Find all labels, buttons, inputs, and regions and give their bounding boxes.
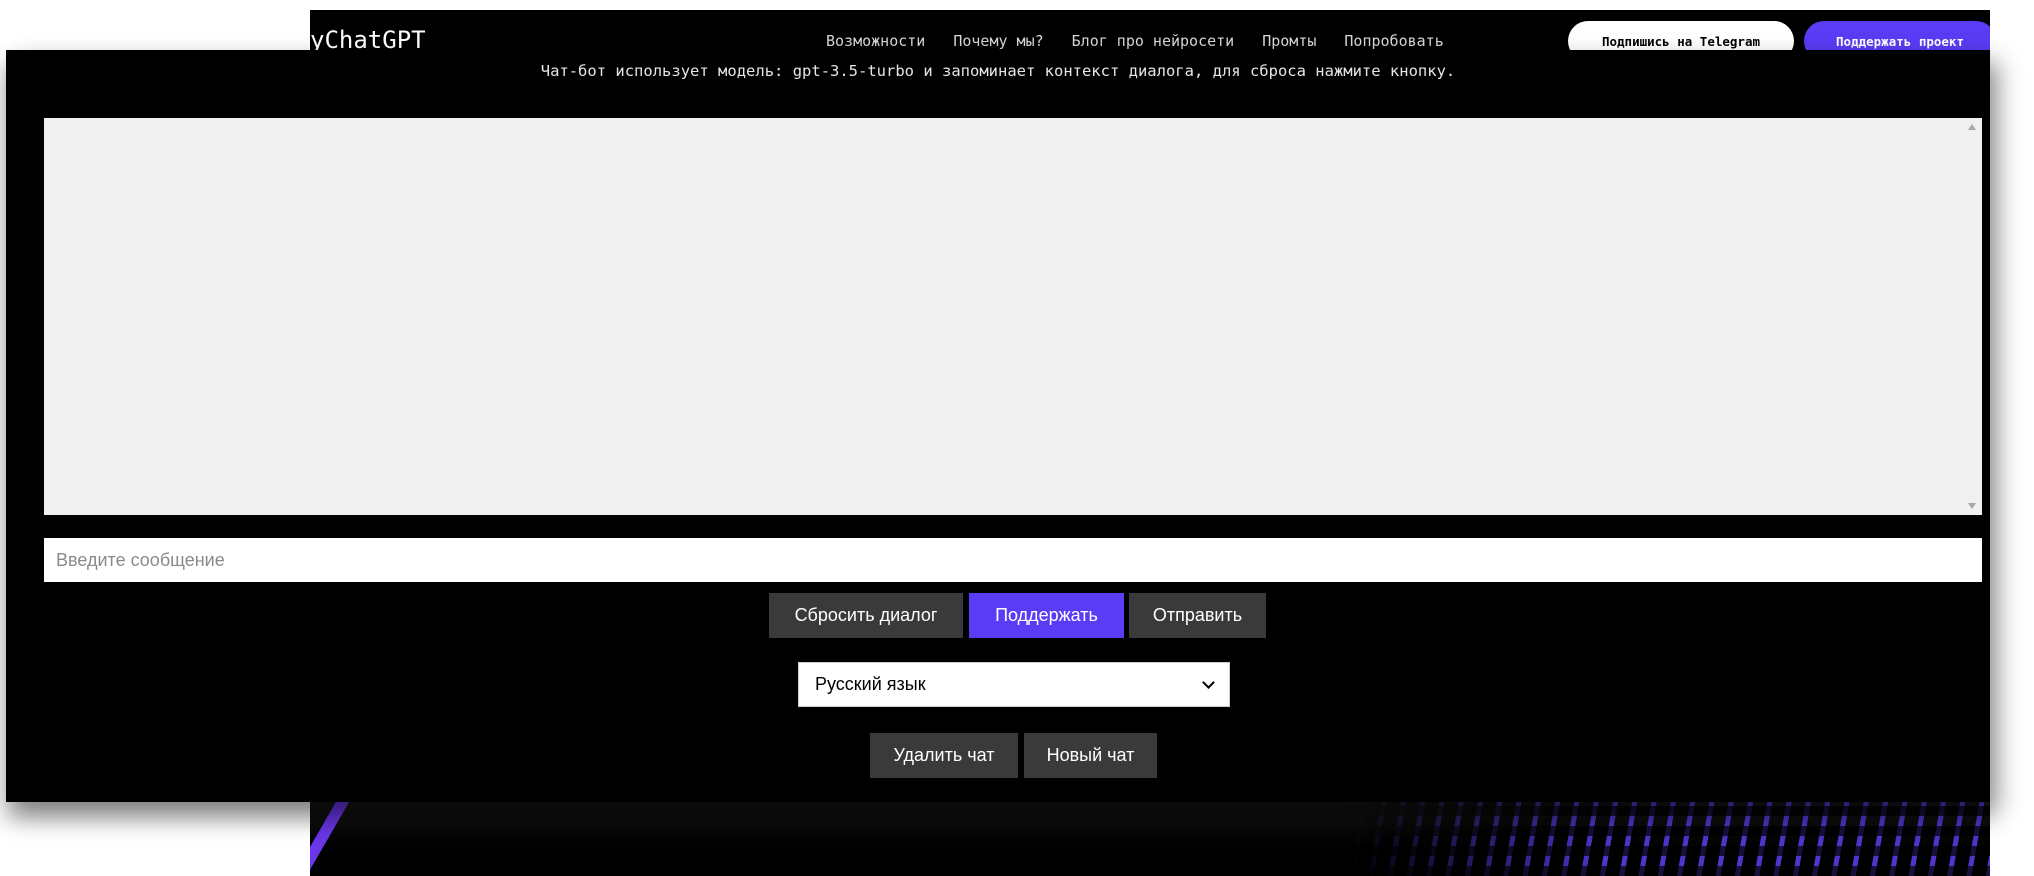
site-nav-menu: Возможности Почему мы? Блог про нейросет… bbox=[826, 32, 1444, 50]
delete-chat-button[interactable]: Удалить чат bbox=[870, 733, 1018, 778]
nav-link-try[interactable]: Попробовать bbox=[1344, 32, 1443, 50]
message-input[interactable] bbox=[44, 538, 1982, 582]
language-select-value: Русский язык bbox=[815, 674, 926, 694]
donate-button[interactable]: Поддержать bbox=[969, 593, 1124, 638]
scroll-up-arrow-icon[interactable] bbox=[1968, 124, 1976, 130]
chat-widget: Чат-бот использует модель: gpt-3.5-turbo… bbox=[6, 50, 1990, 802]
language-select[interactable]: Русский язык bbox=[798, 662, 1230, 707]
chat-log-area[interactable] bbox=[44, 118, 1982, 515]
chevron-down-icon bbox=[1202, 675, 1215, 689]
model-info-text: Чат-бот использует модель: gpt-3.5-turbo… bbox=[540, 62, 1456, 80]
nav-link-why-us[interactable]: Почему мы? bbox=[953, 32, 1043, 50]
purple-stripe-decoration bbox=[310, 790, 370, 876]
hero-decoration bbox=[310, 790, 1990, 876]
scroll-down-arrow-icon[interactable] bbox=[1968, 503, 1976, 509]
reset-dialog-button[interactable]: Сбросить диалог bbox=[769, 593, 963, 638]
nav-link-prompts[interactable]: Промты bbox=[1262, 32, 1316, 50]
send-button[interactable]: Отправить bbox=[1129, 593, 1266, 638]
purple-grid-decoration bbox=[1350, 790, 1990, 876]
nav-link-blog[interactable]: Блог про нейросети bbox=[1072, 32, 1235, 50]
nav-link-features[interactable]: Возможности bbox=[826, 32, 925, 50]
new-chat-button[interactable]: Новый чат bbox=[1024, 733, 1157, 778]
